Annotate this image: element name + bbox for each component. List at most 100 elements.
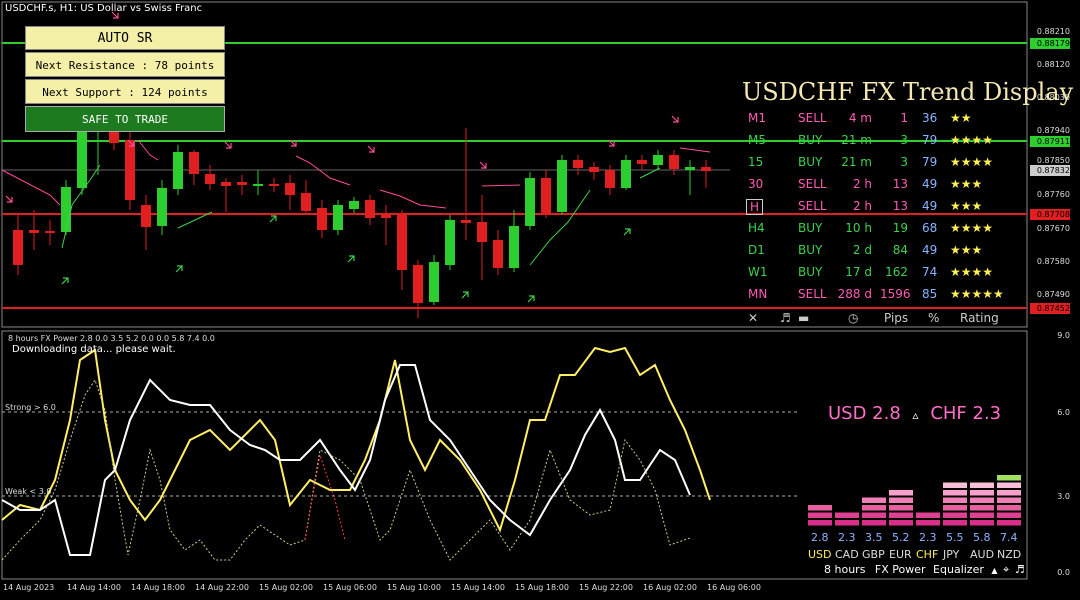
rating-header: Rating: [960, 311, 999, 325]
equalizer-segment: [997, 497, 1021, 503]
equalizer-segment: [997, 482, 1021, 488]
equalizer-currency[interactable]: NZD: [997, 548, 1021, 561]
equalizer-segment: [808, 512, 832, 518]
indicator-axis-label: 9.0: [1057, 331, 1070, 340]
equalizer-currency[interactable]: AUD: [970, 548, 994, 561]
time-axis-label: 14 Aug 18:00: [131, 583, 185, 592]
trend-rating-stars: ★★★★: [950, 265, 994, 279]
trend-display-title: USDCHF FX Trend Display: [742, 78, 1074, 106]
trend-signal: BUY: [798, 243, 823, 257]
close-icon[interactable]: ✕: [748, 311, 758, 325]
equalizer-segment: [970, 505, 994, 511]
clock-icon: ◷: [848, 311, 859, 325]
equalizer-segment: [889, 505, 913, 511]
trend-age: 21 m: [841, 133, 872, 147]
time-axis-label: 16 Aug 02:00: [643, 583, 697, 592]
equalizer-segment: [943, 512, 967, 518]
trend-rating-stars: ★★★: [950, 243, 983, 257]
time-axis-label: 15 Aug 22:00: [579, 583, 633, 592]
equalizer-segment: [889, 512, 913, 518]
fx-power-label[interactable]: FX Power: [875, 563, 926, 576]
trend-percent: 85: [922, 287, 938, 301]
equalizer-currency[interactable]: GBP: [862, 548, 885, 561]
time-axis-label: 14 Aug 2023: [3, 583, 55, 592]
trend-percent: 49: [922, 243, 938, 257]
up-arrow-icon[interactable]: ▲: [991, 566, 997, 575]
equalizer-segment: [997, 512, 1021, 518]
equalizer-segment: [943, 520, 967, 526]
equalizer-segment: [943, 497, 967, 503]
trend-timeframe: 30: [748, 177, 764, 191]
trend-signal: BUY: [798, 221, 823, 235]
trend-signal: BUY: [798, 155, 823, 169]
trend-signal: SELL: [798, 177, 827, 191]
equalizer-currency[interactable]: EUR: [889, 548, 912, 561]
line-icon[interactable]: ▬: [798, 311, 809, 325]
equalizer-footer: 8 hours FX Power Equalizer ▲ ⌖ ♬: [824, 563, 1025, 577]
equalizer-segment: [943, 490, 967, 496]
target-icon[interactable]: ⌖: [1003, 563, 1009, 576]
time-axis-label: 14 Aug 22:00: [195, 583, 249, 592]
trend-age: 2 d: [852, 243, 872, 257]
trend-age: 2 h: [852, 177, 872, 191]
price-label: 0.88210: [1036, 27, 1070, 36]
equalizer-value: 3.5: [865, 531, 883, 544]
price-label-resistance: 0.88179: [1036, 39, 1070, 48]
time-axis-label: 15 Aug 14:00: [451, 583, 505, 592]
sound-icon[interactable]: ♬: [1015, 563, 1025, 576]
arrow-icon: ▵: [912, 408, 919, 422]
equalizer-currency[interactable]: CAD: [835, 548, 859, 561]
period-label[interactable]: 8 hours: [824, 563, 865, 576]
trend-signal: BUY: [798, 265, 823, 279]
trend-signal: SELL: [798, 199, 827, 213]
trend-timeframe: M1: [748, 111, 766, 125]
equalizer-segment: [997, 505, 1021, 511]
trend-rating-stars: ★★★: [950, 199, 983, 213]
price-label: 0.87670: [1036, 224, 1070, 233]
equalizer-segment: [862, 512, 886, 518]
equalizer-mode-label[interactable]: Equalizer: [933, 563, 984, 576]
equalizer-segment: [970, 497, 994, 503]
trend-age: 2 h: [852, 199, 872, 213]
trend-timeframe: 15: [748, 155, 764, 169]
sound-icon[interactable]: ♬: [780, 311, 791, 325]
equalizer-segment: [970, 512, 994, 518]
equalizer-segment: [997, 475, 1021, 481]
equalizer-segment: [862, 520, 886, 526]
trend-rating-stars: ★★★★: [950, 155, 994, 169]
weak-threshold-label: Weak < 3.0: [5, 487, 52, 496]
price-label: 0.88120: [1036, 60, 1070, 69]
equalizer-segment: [943, 482, 967, 488]
trend-percent: 79: [922, 155, 938, 169]
equalizer-segment: [889, 497, 913, 503]
trend-timeframe: H4: [748, 221, 765, 235]
indicator-header: 8 hours FX Power 2.8 0.0 3.5 5.2 0.0 0.0…: [8, 334, 215, 343]
equalizer-segment: [970, 490, 994, 496]
time-axis-label: 15 Aug 18:00: [515, 583, 569, 592]
trend-age: 21 m: [841, 155, 872, 169]
trend-pips: 1: [900, 111, 908, 125]
equalizer-segment: [970, 520, 994, 526]
trend-rating-stars: ★★★★: [950, 221, 994, 235]
price-label-current: 0.87832: [1036, 166, 1070, 175]
price-label: 0.87490: [1036, 290, 1070, 299]
time-axis-label: 16 Aug 06:00: [707, 583, 761, 592]
trend-pips: 162: [885, 265, 908, 279]
trend-table-footer: ✕ ♬ ▬ ◷ Pips % Rating: [742, 311, 1027, 326]
price-label-support: 0.87708: [1036, 210, 1070, 219]
equalizer-segment: [943, 505, 967, 511]
pair-strength: USD 2.8 ▵ CHF 2.3: [828, 403, 1001, 424]
equalizer-segment: [835, 512, 859, 518]
trend-pips: 19: [892, 221, 908, 235]
trend-signal: SELL: [798, 111, 827, 125]
equalizer-value: 2.3: [838, 531, 856, 544]
equalizer-segment: [916, 520, 940, 526]
trend-pips: 3: [900, 155, 908, 169]
pips-header: Pips: [884, 311, 909, 325]
trend-rating-stars: ★★: [950, 111, 972, 125]
trend-pips: 13: [892, 199, 908, 213]
equalizer-currency[interactable]: CHF: [916, 548, 938, 561]
auto-sr-header[interactable]: AUTO SR: [25, 26, 225, 50]
equalizer-currency[interactable]: USD: [808, 548, 832, 561]
equalizer-currency[interactable]: JPY: [943, 548, 959, 561]
